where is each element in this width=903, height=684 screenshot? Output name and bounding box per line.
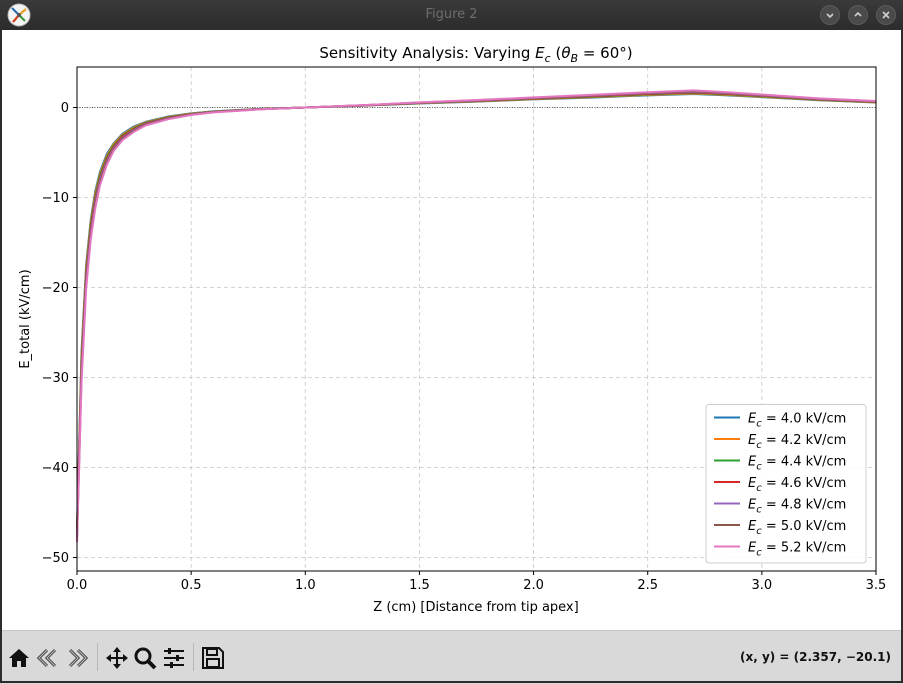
navigation-toolbar: (x, y) = (2.357, −20.1) [0,630,903,684]
toolbar-separator [97,643,98,671]
home-icon [9,649,29,667]
window-titlebar: Figure 2 [0,0,903,31]
zoom-button[interactable] [132,645,158,671]
window-border [0,30,2,683]
y-tick-label: −40 [42,461,69,476]
close-button[interactable] [876,5,896,25]
back-arrow-icon [36,648,57,668]
x-tick-label: 1.0 [295,578,316,593]
x-axis-label: Z (cm) [Distance from tip apex] [373,600,578,615]
legend: Ec = 4.0 kV/cmEc = 4.2 kV/cmEc = 4.4 kV/… [705,404,867,564]
figure-canvas[interactable]: 0.0 0.5 1.0 1.5 2.0 2.5 3.0 3.5 0 −10 −20 −30 −40 −5… [0,30,903,630]
chart-title: Sensitivity Analysis: Varying Ec (θB = 6… [319,44,632,65]
y-tick-label: −20 [42,281,69,296]
window-title: Figure 2 [425,7,478,22]
save-button[interactable] [200,645,226,671]
maximize-button[interactable] [848,5,868,25]
forward-button[interactable] [64,645,90,671]
maximize-icon [854,11,862,17]
toolbar-separator [193,643,194,671]
x-tick-label: 0.5 [181,578,202,593]
zoom-icon [134,647,157,670]
pan-icon [106,647,128,669]
configure-subplots-icon [164,648,184,668]
x-tick-label: 3.5 [866,578,887,593]
y-axis-label: E_total (kV/cm) [18,269,33,368]
configure-subplots-button[interactable] [161,645,187,671]
y-tick-label: −50 [42,551,69,566]
y-tick-label: −10 [42,191,69,206]
back-button[interactable] [35,645,61,671]
x-tick-label: 3.0 [752,578,773,593]
minimize-icon [826,13,834,19]
x-tick-label: 1.5 [409,578,430,593]
home-button[interactable] [6,645,32,671]
save-icon [202,647,224,669]
x-tick-label: 0.0 [67,578,88,593]
minimize-button[interactable] [820,5,840,25]
pan-button[interactable] [104,645,130,671]
y-tick-label: −30 [42,371,69,386]
y-tick-label: 0 [61,101,69,116]
x-tick-label: 2.5 [637,578,658,593]
cursor-coordinates: (x, y) = (2.357, −20.1) [739,650,891,664]
close-icon [882,11,890,19]
forward-arrow-icon [68,648,89,668]
x-tick-label: 2.0 [523,578,544,593]
